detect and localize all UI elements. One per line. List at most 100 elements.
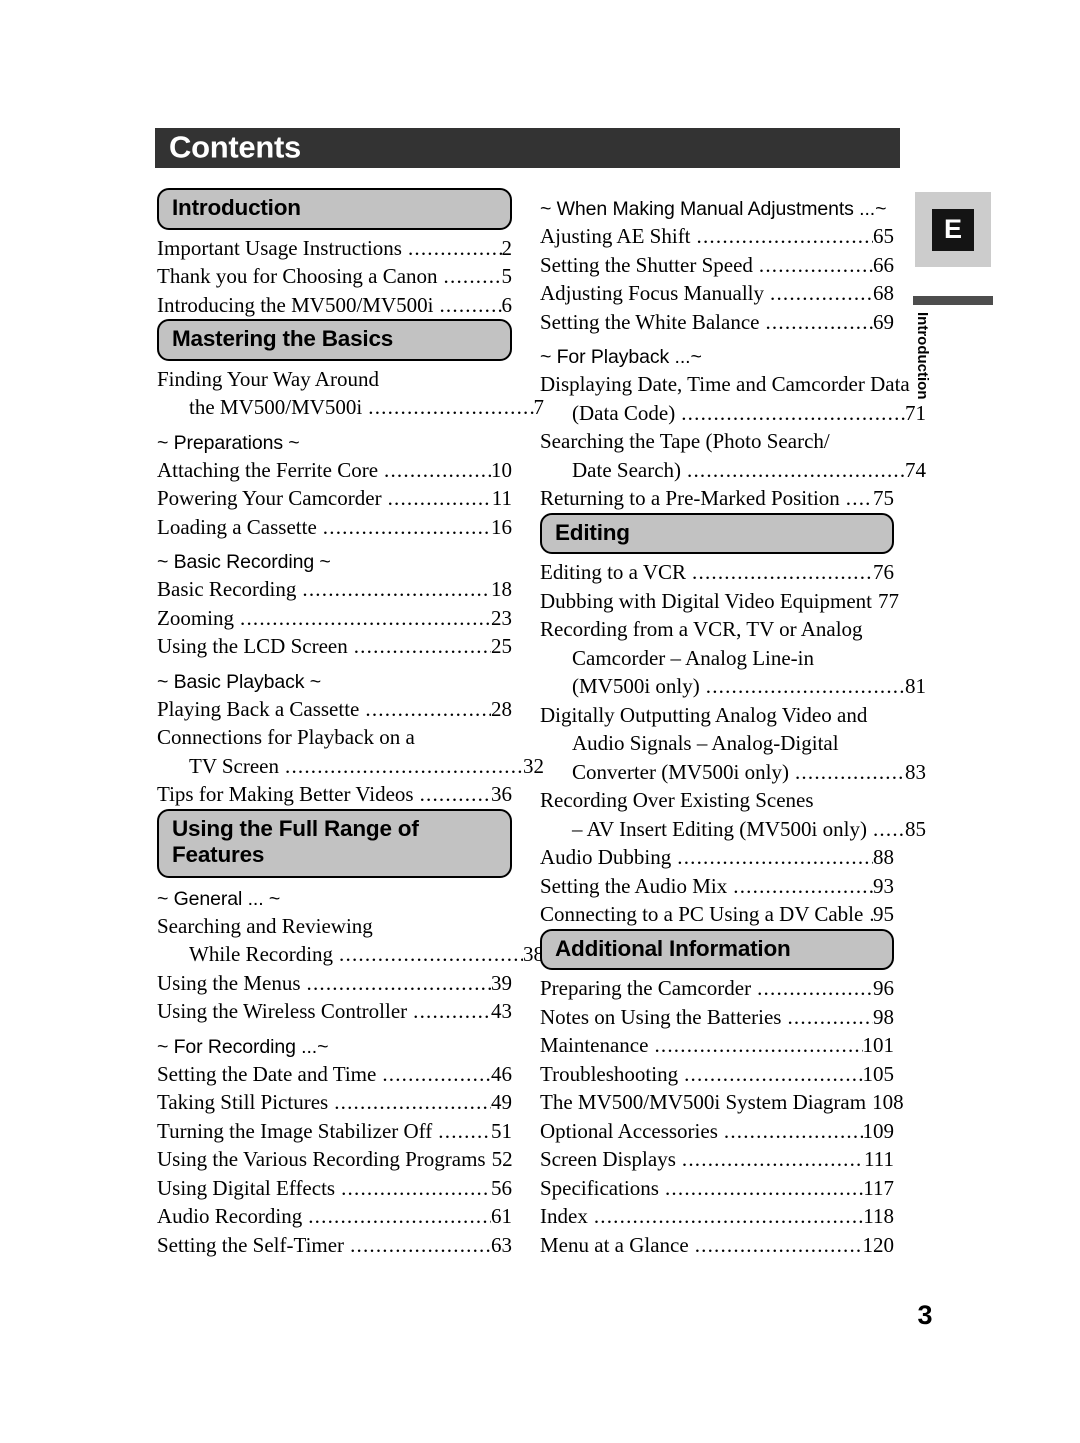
- toc-entry[interactable]: Zooming 23: [157, 604, 512, 633]
- toc-entry[interactable]: Taking Still Pictures 49: [157, 1088, 512, 1117]
- toc-entry-page: 66: [873, 252, 894, 277]
- toc-entry[interactable]: Menu at a Glance 120: [540, 1231, 894, 1260]
- toc-entry[interactable]: Dubbing with Digital Video Equipment 77: [540, 587, 899, 616]
- toc-entry-page: 51: [491, 1118, 512, 1143]
- toc-entry-page: 93: [873, 873, 894, 898]
- toc-entry-page: 28: [491, 696, 512, 721]
- toc-entry[interactable]: Date Search) 74: [540, 456, 926, 485]
- toc-entry[interactable]: Recording from a VCR, TV or Analog: [540, 615, 894, 644]
- toc-entry[interactable]: Audio Signals – Analog-Digital: [540, 729, 926, 758]
- toc-leader-dots: [770, 279, 873, 308]
- toc-entry[interactable]: Connections for Playback on a: [157, 723, 512, 752]
- toc-entry-title: Audio Recording: [157, 1204, 303, 1229]
- toc-entry[interactable]: Setting the Shutter Speed 66: [540, 251, 894, 280]
- toc-entry[interactable]: Ajusting AE Shift 65: [540, 222, 894, 251]
- section-heading[interactable]: Using the Full Range of Features: [157, 808, 512, 878]
- toc-entry-page: 83: [905, 759, 926, 784]
- toc-entry[interactable]: Important Usage Instructions 2: [157, 234, 512, 263]
- toc-entry[interactable]: (Data Code)71: [540, 399, 926, 428]
- toc-entry[interactable]: Using the Wireless Controller 43: [157, 997, 512, 1026]
- toc-entry-page: 18: [491, 577, 512, 602]
- section-heading[interactable]: Editing: [540, 512, 894, 555]
- toc-entry[interactable]: Preparing the Camcorder 96: [540, 974, 894, 1003]
- toc-entry[interactable]: Powering Your Camcorder 11: [157, 484, 512, 513]
- toc-entry-page: 95: [873, 902, 894, 927]
- toc-entry-title: the MV500/MV500i: [189, 395, 363, 420]
- toc-leader-dots: [654, 1031, 862, 1060]
- toc-entry[interactable]: Introducing the MV500/MV500i 6: [157, 291, 512, 320]
- sub-heading: ~ General ... ~: [157, 887, 281, 910]
- toc-entry-page: 25: [491, 634, 512, 659]
- toc-entry-title: Setting the Date and Time: [157, 1061, 377, 1086]
- toc-entry[interactable]: Searching and Reviewing: [157, 912, 512, 941]
- toc-entry[interactable]: Audio Dubbing 88: [540, 843, 894, 872]
- toc-entry[interactable]: Troubleshooting 105: [540, 1060, 894, 1089]
- toc-entry[interactable]: Notes on Using the Batteries 98: [540, 1003, 894, 1032]
- toc-entry[interactable]: While Recording38: [157, 940, 544, 969]
- toc-entry-title: Setting the Shutter Speed: [540, 252, 753, 277]
- toc-leader-dots: [308, 1202, 491, 1231]
- section-heading[interactable]: Mastering the Basics: [157, 319, 512, 361]
- toc-entry-title: Audio Signals – Analog-Digital: [572, 731, 839, 756]
- toc-entry-page: 16: [491, 514, 512, 539]
- toc-entry-title: Playing Back a Cassette: [157, 696, 360, 721]
- toc-leader-dots: [365, 695, 491, 724]
- toc-entry-title: Using Digital Effects: [157, 1175, 336, 1200]
- toc-entry-group: Basic Recording18Zooming23Using the LCD …: [157, 575, 512, 661]
- toc-entry-title: The MV500/MV500i System Diagram: [540, 1090, 867, 1115]
- toc-leader-dots: [724, 1117, 863, 1146]
- toc-entry[interactable]: Converter (MV500i only) 83: [540, 758, 926, 787]
- toc-entry[interactable]: Returning to a Pre-Marked Position 75: [540, 484, 894, 513]
- toc-entry[interactable]: Tips for Making Better Videos 36: [157, 780, 512, 809]
- toc-entry[interactable]: Playing Back a Cassette 28: [157, 695, 512, 724]
- toc-entry[interactable]: Setting the Date and Time 46: [157, 1060, 512, 1089]
- toc-entry[interactable]: Loading a Cassette 16: [157, 513, 512, 542]
- toc-entry[interactable]: Digitally Outputting Analog Video and: [540, 701, 894, 730]
- toc-entry[interactable]: Using the LCD Screen 25: [157, 632, 512, 661]
- toc-entry[interactable]: Basic Recording 18: [157, 575, 512, 604]
- toc-entry[interactable]: Specifications 117: [540, 1174, 894, 1203]
- toc-leader-dots: [733, 872, 873, 901]
- toc-entry[interactable]: Using the Various Recording Programs 52: [157, 1145, 513, 1174]
- toc-entry[interactable]: Adjusting Focus Manually 68: [540, 279, 894, 308]
- toc-entry[interactable]: Connecting to a PC Using a DV Cable 95: [540, 900, 894, 929]
- toc-entry[interactable]: Displaying Date, Time and Camcorder Data: [540, 370, 910, 399]
- toc-entry[interactable]: Setting the Audio Mix 93: [540, 872, 894, 901]
- toc-leader-dots: [795, 758, 905, 787]
- toc-entry-page: 75: [873, 486, 894, 510]
- toc-entry[interactable]: Searching the Tape (Photo Search/: [540, 427, 894, 456]
- toc-leader-dots: [665, 1174, 863, 1203]
- toc-entry[interactable]: Index 118: [540, 1202, 894, 1231]
- toc-entry[interactable]: Recording Over Existing Scenes: [540, 786, 894, 815]
- toc-entry[interactable]: Using the Menus 39: [157, 969, 512, 998]
- toc-entry[interactable]: Editing to a VCR 76: [540, 558, 894, 587]
- sub-heading: ~ When Making Manual Adjustments ...~: [540, 198, 887, 220]
- toc-entry[interactable]: Camcorder – Analog Line-in: [540, 644, 926, 673]
- toc-entry[interactable]: Using Digital Effects 56: [157, 1174, 512, 1203]
- toc-entry[interactable]: Setting the Self-Timer 63: [157, 1231, 512, 1260]
- toc-entry[interactable]: Setting the White Balance 69: [540, 308, 894, 337]
- toc-entry-title: Troubleshooting: [540, 1061, 679, 1086]
- toc-entry-group: Playing Back a Cassette 28 Connections for…: [157, 695, 544, 809]
- toc-entry[interactable]: The MV500/MV500i System Diagram 108: [540, 1088, 904, 1117]
- toc-entry[interactable]: Audio Recording 61: [157, 1202, 512, 1231]
- section-heading-line: Features: [172, 842, 265, 868]
- toc-entry[interactable]: the MV500/MV500i7: [157, 393, 544, 422]
- toc-entry[interactable]: Attaching the Ferrite Core 10: [157, 456, 512, 485]
- toc-entry[interactable]: Turning the Image Stabilizer Off 51: [157, 1117, 512, 1146]
- toc-entry-title: Camcorder – Analog Line-in: [572, 645, 815, 670]
- toc-entry[interactable]: Maintenance 101: [540, 1031, 894, 1060]
- toc-entry[interactable]: Finding Your Way Around: [157, 365, 512, 394]
- section-heading[interactable]: Introduction: [157, 188, 512, 230]
- section-heading[interactable]: Additional Information: [540, 928, 894, 971]
- toc-entry[interactable]: Optional Accessories 109: [540, 1117, 894, 1146]
- toc-entry[interactable]: (MV500i only) 81: [540, 672, 926, 701]
- toc-entry-title: Recording from a VCR, TV or Analog: [540, 617, 863, 642]
- toc-entry[interactable]: Thank you for Choosing a Canon 5: [157, 262, 512, 291]
- toc-entry[interactable]: TV Screen32: [157, 752, 544, 781]
- toc-entry-page: 36: [491, 782, 512, 807]
- toc-entry-page: 65: [873, 224, 894, 248]
- toc-entry[interactable]: Screen Displays 111: [540, 1145, 894, 1174]
- toc-entry[interactable]: – AV Insert Editing (MV500i only) 85: [540, 815, 926, 844]
- toc-entry-page: 43: [491, 999, 512, 1024]
